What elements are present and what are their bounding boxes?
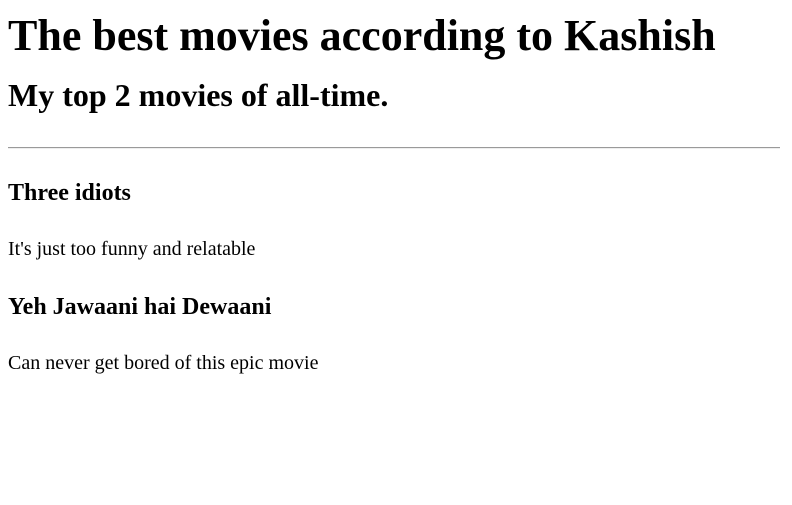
page-content: The best movies according to Kashish My … — [0, 0, 792, 375]
page-title: The best movies according to Kashish — [8, 11, 716, 60]
movie-item: Three idiots It's just too funny and rel… — [8, 179, 784, 261]
movie-item: Yeh Jawaani hai Dewaani Can never get bo… — [8, 293, 784, 375]
movie-description: It's just too funny and relatable — [8, 238, 256, 260]
movie-list: Three idiots It's just too funny and rel… — [8, 179, 784, 375]
movie-description: Can never get bored of this epic movie — [8, 352, 319, 374]
movie-title: Yeh Jawaani hai Dewaani — [8, 294, 272, 320]
divider — [8, 147, 780, 149]
movie-title: Three idiots — [8, 180, 131, 206]
page-subtitle: My top 2 movies of all-time. — [8, 77, 389, 113]
